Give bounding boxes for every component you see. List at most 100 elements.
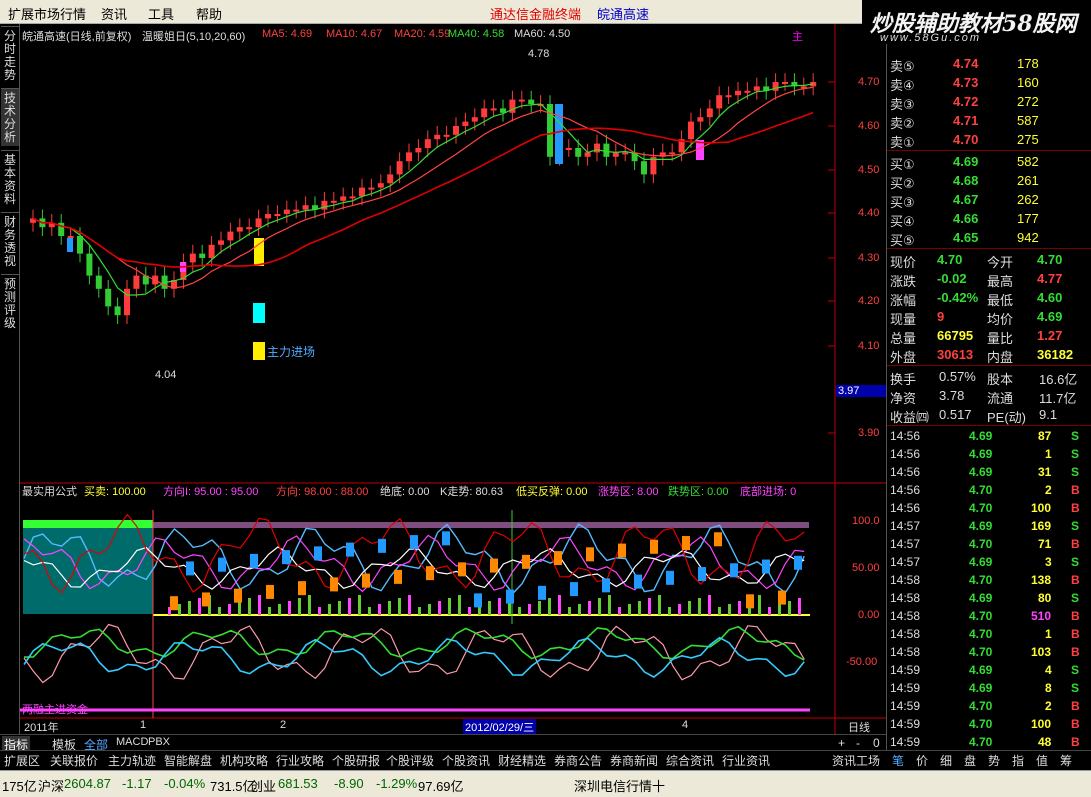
info-tab-7[interactable]: 个股评级 — [386, 752, 434, 769]
sub-hist-bar — [398, 598, 401, 615]
sell-row-3[interactable]: 卖③ 4.72 272 — [887, 92, 1091, 112]
right-tab-3[interactable]: 盘 — [964, 752, 976, 769]
sub-hist-bar — [698, 598, 701, 615]
info-tab-1[interactable]: 关联报价 — [50, 752, 98, 769]
tab-finance[interactable]: 财务透视 — [1, 212, 19, 270]
sub-block-bar — [218, 557, 226, 572]
price-tick-440: 4.40 — [858, 207, 880, 219]
candle-body — [462, 121, 469, 126]
sub-hist-bar — [628, 604, 631, 615]
tab-macd[interactable]: MACD — [116, 736, 148, 748]
tick-side: S — [1071, 663, 1080, 677]
info-tab-0[interactable]: 扩展区 — [4, 752, 40, 769]
info-tab-6[interactable]: 个股研报 — [332, 752, 380, 769]
info-tab-3[interactable]: 智能解盘 — [164, 752, 212, 769]
sell-row-1[interactable]: 卖① 4.70 275 — [887, 130, 1091, 150]
stat-value: 1.27 — [1037, 328, 1063, 343]
tab-rating[interactable]: 预测评级 — [1, 274, 19, 332]
tab-technical[interactable]: 技术分析 — [1, 88, 19, 146]
info-tab-8[interactable]: 个股资讯 — [442, 752, 490, 769]
zoom-reset-button[interactable]: 0 — [873, 736, 880, 750]
info-tab-13[interactable]: 行业资讯 — [722, 752, 770, 769]
sub-hist-bar — [568, 607, 571, 615]
sub-block-bar — [202, 592, 210, 607]
menu-extended-market[interactable]: 扩展市场行情 — [8, 4, 86, 23]
candle-body — [387, 174, 394, 184]
info-tab-4[interactable]: 机构攻略 — [220, 752, 268, 769]
tick-volume: 103 — [1031, 645, 1052, 659]
sell-row-5[interactable]: 卖⑤ 4.74 178 — [887, 54, 1091, 74]
tick-price: 4.70 — [969, 501, 993, 515]
info-tab-9[interactable]: 财经精选 — [498, 752, 546, 769]
buy-row-2[interactable]: 买② 4.68 261 — [887, 171, 1091, 191]
tab-fundamentals[interactable]: 基本资料 — [1, 150, 19, 208]
right-tab-1[interactable]: 价 — [916, 752, 928, 769]
tab-intraday[interactable]: 分时走势 — [1, 26, 19, 84]
info-tab-10[interactable]: 券商公告 — [554, 752, 602, 769]
buy-row-5[interactable]: 买⑤ 4.65 942 — [887, 228, 1091, 248]
order-price: 4.73 — [953, 75, 979, 90]
sub-block-bar — [762, 559, 770, 574]
tick-price: 4.69 — [969, 465, 993, 479]
zoom-in-button[interactable]: + — [838, 736, 845, 750]
sub-hist-bar — [578, 604, 581, 615]
right-tab-4[interactable]: 势 — [988, 752, 1000, 769]
sell-row-2[interactable]: 卖② 4.71 587 — [887, 111, 1091, 131]
sub-hist-bar — [498, 598, 501, 615]
sub-block-bar — [586, 547, 594, 562]
sell-row-4[interactable]: 卖④ 4.73 160 — [887, 73, 1091, 93]
candle-body — [105, 288, 112, 307]
info-tab-5[interactable]: 行业攻略 — [276, 752, 324, 769]
stat-row: 涨跌 -0.02 最高 4.77 — [887, 269, 1091, 289]
sub-hist-bar — [328, 604, 331, 615]
tick-row: 14:59 4.69 8 S — [887, 679, 1091, 697]
right-tab-6[interactable]: 值 — [1036, 752, 1048, 769]
menu-tools[interactable]: 工具 — [148, 4, 174, 23]
sub-footer-label: 两融主进资金 — [22, 704, 88, 716]
sub-block-bar — [314, 546, 322, 561]
sub-hist-bar — [178, 604, 181, 615]
info-tab-11[interactable]: 券商新闻 — [610, 752, 658, 769]
info-tab-12[interactable]: 综合资讯 — [666, 752, 714, 769]
sub-block-bar — [186, 561, 194, 576]
right-tab-2[interactable]: 细 — [940, 752, 952, 769]
tick-row: 14:57 4.69 169 S — [887, 517, 1091, 535]
sub-indicator-name: 最实用公式 — [22, 486, 77, 498]
candle-body — [396, 161, 403, 175]
tick-time: 14:57 — [890, 537, 921, 551]
tick-side: S — [1071, 555, 1080, 569]
fund-row: 净资 3.78 流通 11.7亿 — [887, 386, 1091, 406]
order-label: 买⑤ — [890, 233, 915, 248]
tick-time: 14:58 — [890, 609, 921, 623]
tick-time: 14:56 — [890, 483, 921, 497]
info-tab-2[interactable]: 主力轨迹 — [108, 752, 156, 769]
sub-tick-neg50: -50.00 — [846, 656, 878, 668]
right-tab-7[interactable]: 筹 — [1060, 752, 1072, 769]
chart-area[interactable]: 皖通高速(日线,前复权) 温暖姐日(5,10,20,60) MA5: 4.69 … — [20, 24, 886, 744]
ad-terminal-link[interactable]: 通达信金融终端 — [490, 4, 581, 23]
tick-volume: 2 — [1045, 699, 1052, 713]
zoom-out-button[interactable]: - — [856, 736, 860, 750]
info-tab-14[interactable]: 资讯工场 — [832, 752, 880, 769]
period-label[interactable]: 日线 — [848, 719, 870, 735]
chart-canvas[interactable] — [20, 24, 886, 744]
time-month-4: 4 — [682, 719, 689, 731]
price-tick-450: 4.50 — [858, 164, 880, 176]
buy-row-3[interactable]: 买③ 4.67 262 — [887, 190, 1091, 210]
info-tabs: 扩展区 关联报价 主力轨迹 智能解盘 机构攻略 行业攻略 个股研报 个股评级 个股资讯 财经精选券… — [0, 750, 886, 768]
sub-hist-bar — [638, 601, 641, 615]
ad-stock-link[interactable]: 皖通高速 — [597, 4, 649, 23]
menu-help[interactable]: 帮助 — [196, 4, 222, 23]
buy-row-4[interactable]: 买④ 4.66 177 — [887, 209, 1091, 229]
right-tab-5[interactable]: 指 — [1012, 752, 1024, 769]
stat-label: 外盘 — [890, 350, 917, 365]
right-tab-0[interactable]: 笔 — [892, 752, 904, 769]
sub-hist-bar — [458, 595, 461, 615]
buy-row-1[interactable]: 买① 4.69 582 — [887, 152, 1091, 172]
sub-hist-bar — [608, 595, 611, 615]
sub-line-pink — [23, 623, 805, 684]
tab-pbx[interactable]: PBX — [148, 736, 170, 748]
tick-side: B — [1071, 717, 1080, 731]
time-month-1: 1 — [140, 719, 147, 731]
menu-info[interactable]: 资讯 — [101, 4, 127, 23]
